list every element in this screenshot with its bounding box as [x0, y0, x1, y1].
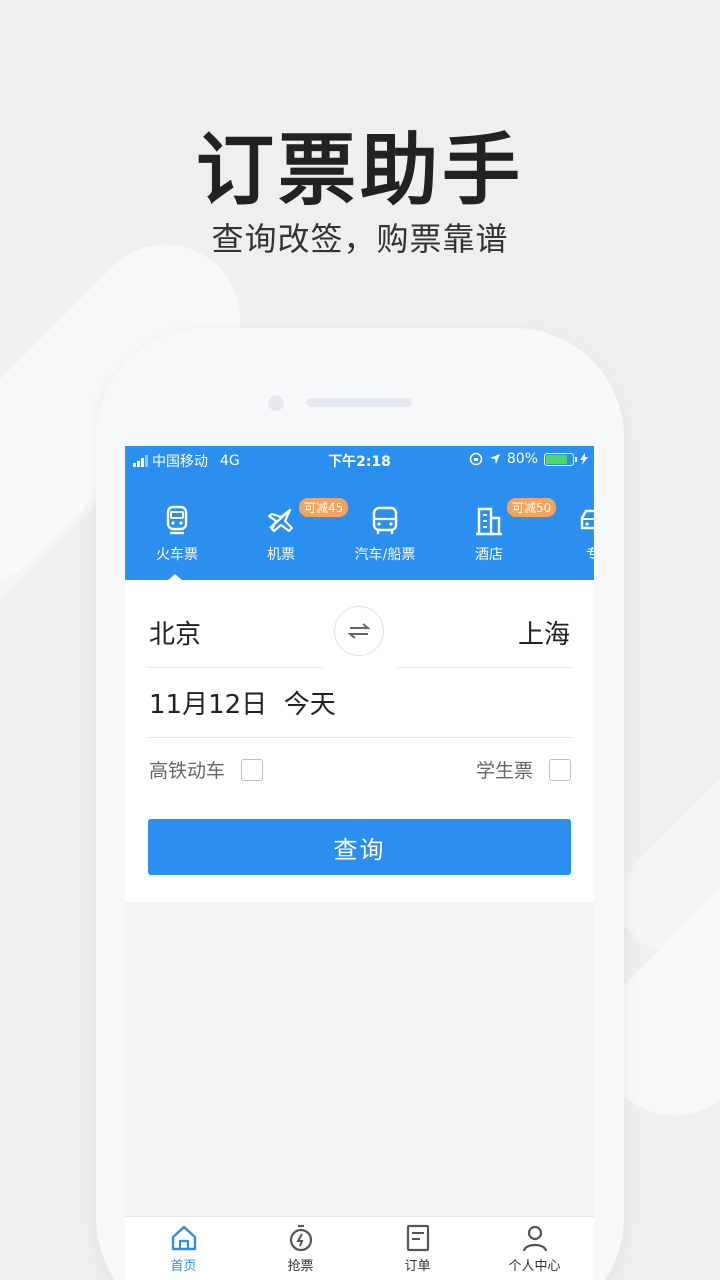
- nav-grab-tickets[interactable]: 抢票: [242, 1223, 359, 1274]
- tab-label: 酒店: [475, 547, 503, 563]
- location-icon: [489, 454, 500, 464]
- category-tabs: 火车票 机票 可减45 汽车/船票 酒店 可减50 专: [125, 496, 594, 580]
- phone-camera: [268, 395, 284, 411]
- student-option[interactable]: 学生票: [476, 756, 571, 783]
- divider: [147, 667, 323, 668]
- to-city[interactable]: 上海: [518, 614, 570, 651]
- battery-icon: [544, 452, 577, 466]
- plane-icon: [267, 508, 294, 533]
- battery-percent: 80%: [506, 451, 538, 467]
- hotel-icon: [476, 507, 502, 536]
- high-speed-option[interactable]: 高铁动车: [149, 756, 264, 783]
- swap-icon: [348, 623, 370, 639]
- stopwatch-icon: [289, 1224, 312, 1252]
- nav-label: 订单: [404, 1259, 431, 1274]
- tab-hotel[interactable]: 酒店 可减50: [437, 498, 557, 564]
- tab-car[interactable]: 专: [541, 504, 594, 564]
- nav-profile[interactable]: 个人中心: [476, 1223, 593, 1274]
- bottom-nav: 首页 抢票 订单 个人中心: [125, 1216, 594, 1280]
- charging-icon: [580, 453, 588, 465]
- student-label: 学生票: [475, 760, 533, 782]
- document-icon: [406, 1224, 429, 1252]
- home-icon: [171, 1225, 196, 1251]
- promo-title: 订票助手: [195, 126, 524, 216]
- app-header: 中国移动 4G 下午2:18 80% 火车票 机票 可减45 汽车/船票 酒店 …: [125, 446, 594, 581]
- query-button[interactable]: 查询: [148, 819, 571, 875]
- phone-speaker: [306, 398, 412, 407]
- swap-cities-button[interactable]: [334, 606, 384, 656]
- user-icon: [522, 1225, 547, 1252]
- nav-label: 首页: [170, 1259, 197, 1274]
- tab-train[interactable]: 火车票: [125, 504, 229, 564]
- bus-icon: [372, 506, 398, 534]
- nav-label: 抢票: [287, 1259, 314, 1274]
- rotation-lock-icon: [469, 452, 483, 466]
- status-bar: 中国移动 4G 下午2:18 80%: [125, 446, 594, 474]
- tab-flight[interactable]: 机票 可减45: [229, 498, 349, 564]
- nav-home[interactable]: 首页: [125, 1223, 242, 1274]
- tab-label: 机票: [267, 547, 295, 563]
- tab-label: 火车票: [156, 547, 198, 563]
- tab-label: 专: [586, 547, 594, 563]
- train-icon: [166, 505, 188, 535]
- promo-subtitle: 查询改签，购票靠谱: [211, 220, 509, 258]
- car-icon: [580, 509, 594, 530]
- nav-label: 个人中心: [508, 1259, 561, 1274]
- departure-date[interactable]: 11月12日 今天: [149, 684, 336, 721]
- high-speed-label: 高铁动车: [149, 760, 226, 782]
- search-form: 北京 上海 11月12日 今天 高铁动车 学生票 查询: [125, 580, 594, 902]
- tab-label: 汽车/船票: [354, 547, 416, 563]
- divider: [397, 667, 572, 668]
- nav-orders[interactable]: 订单: [359, 1223, 476, 1274]
- from-city[interactable]: 北京: [149, 614, 201, 651]
- student-checkbox[interactable]: [549, 758, 571, 781]
- high-speed-checkbox[interactable]: [241, 758, 264, 781]
- divider: [147, 737, 572, 738]
- app-screen: 中国移动 4G 下午2:18 80% 火车票 机票 可减45 汽车/船票 酒店 …: [125, 446, 594, 1280]
- tab-bus-ship[interactable]: 汽车/船票: [333, 504, 437, 564]
